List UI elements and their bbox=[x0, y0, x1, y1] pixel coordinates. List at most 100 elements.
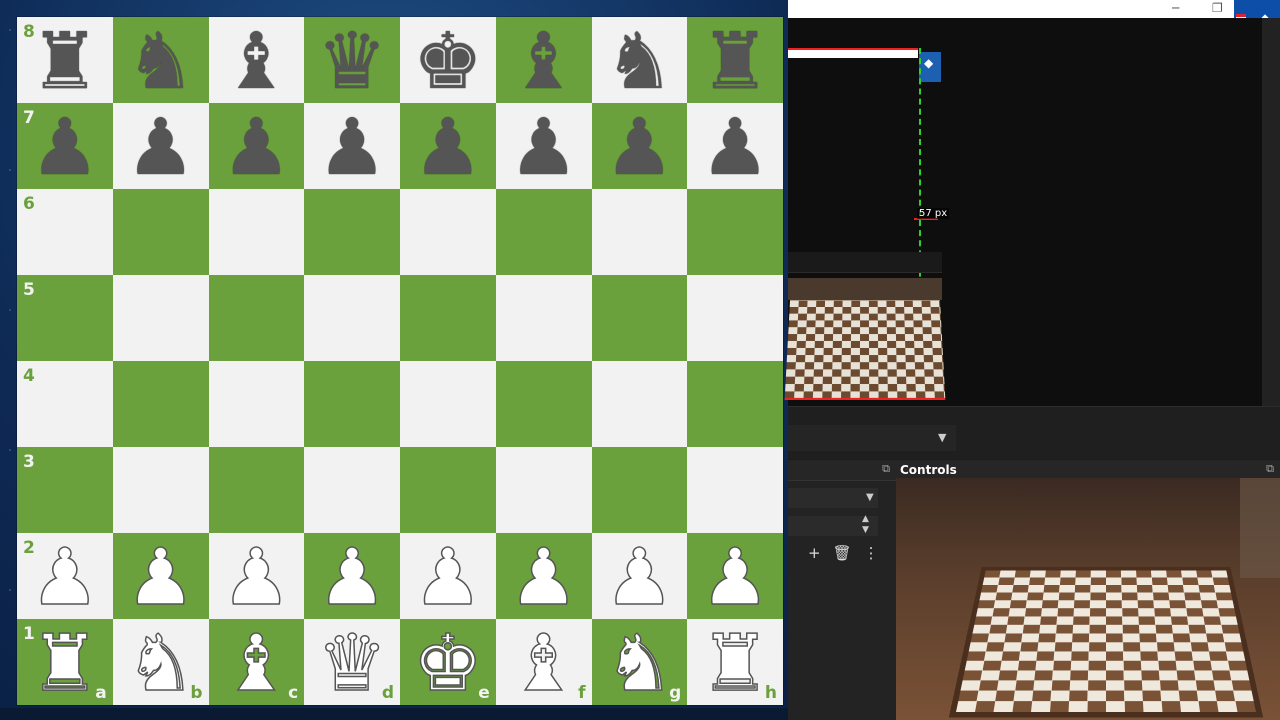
square-e2[interactable]: ♟ bbox=[400, 533, 496, 619]
popout-icon[interactable]: ⧉ bbox=[882, 462, 890, 476]
chess-board[interactable]: 8 ♜ ♞ ♝ ♛ ♚ ♝ ♞ ♜ 7 ♟ ♟ ♟ ♟ ♟ ♟ ♟ ♟ 6 5 4 3 2 ♟ ♟ ♟ ♟ ♟ ♟ ♟ ♟ 1 a ♜ b ♞ c ♝ d ♛… bbox=[17, 17, 783, 705]
square-d6[interactable] bbox=[304, 189, 400, 275]
restore-icon[interactable]: ❐ bbox=[1212, 1, 1223, 15]
square-e5[interactable] bbox=[400, 275, 496, 361]
square-a5[interactable]: 5 bbox=[17, 275, 113, 361]
square-d1[interactable]: d ♛ bbox=[304, 619, 400, 705]
square-d2[interactable]: ♟ bbox=[304, 533, 400, 619]
add-icon[interactable]: + bbox=[808, 544, 821, 562]
property-select[interactable] bbox=[788, 488, 878, 508]
white-pawn-icon[interactable]: ♟ bbox=[126, 539, 196, 617]
square-a6[interactable]: 6 bbox=[17, 189, 113, 275]
square-b2[interactable]: ♟ bbox=[113, 533, 209, 619]
square-c1[interactable]: c ♝ bbox=[209, 619, 305, 705]
square-c8[interactable]: ♝ bbox=[209, 17, 305, 103]
square-b5[interactable] bbox=[113, 275, 209, 361]
square-f8[interactable]: ♝ bbox=[496, 17, 592, 103]
trash-icon[interactable]: 🗑 bbox=[833, 544, 852, 562]
square-h7[interactable]: ♟ bbox=[687, 103, 783, 189]
square-h6[interactable] bbox=[687, 189, 783, 275]
preview-canvas[interactable]: ◆ 57 px bbox=[788, 18, 1262, 406]
square-f7[interactable]: ♟ bbox=[496, 103, 592, 189]
square-e1[interactable]: e ♚ bbox=[400, 619, 496, 705]
black-pawn-icon[interactable]: ♟ bbox=[413, 109, 483, 187]
square-e3[interactable] bbox=[400, 447, 496, 533]
square-d3[interactable] bbox=[304, 447, 400, 533]
square-g5[interactable] bbox=[592, 275, 688, 361]
square-c5[interactable] bbox=[209, 275, 305, 361]
white-knight-icon[interactable]: ♞ bbox=[126, 625, 196, 703]
square-b3[interactable] bbox=[113, 447, 209, 533]
square-f2[interactable]: ♟ bbox=[496, 533, 592, 619]
square-f6[interactable] bbox=[496, 189, 592, 275]
square-d5[interactable] bbox=[304, 275, 400, 361]
square-g6[interactable] bbox=[592, 189, 688, 275]
white-rook-icon[interactable]: ♜ bbox=[700, 625, 770, 703]
square-c6[interactable] bbox=[209, 189, 305, 275]
square-b4[interactable] bbox=[113, 361, 209, 447]
square-a2[interactable]: 2 ♟ bbox=[17, 533, 113, 619]
square-a8[interactable]: 8 ♜ bbox=[17, 17, 113, 103]
square-h8[interactable]: ♜ bbox=[687, 17, 783, 103]
square-e4[interactable] bbox=[400, 361, 496, 447]
white-pawn-icon[interactable]: ♟ bbox=[700, 539, 770, 617]
square-h3[interactable] bbox=[687, 447, 783, 533]
square-g2[interactable]: ♟ bbox=[592, 533, 688, 619]
square-c2[interactable]: ♟ bbox=[209, 533, 305, 619]
square-d4[interactable] bbox=[304, 361, 400, 447]
black-bishop-icon[interactable]: ♝ bbox=[221, 23, 291, 101]
square-g1[interactable]: g ♞ bbox=[592, 619, 688, 705]
scene-select[interactable] bbox=[788, 425, 956, 451]
white-bishop-icon[interactable]: ♝ bbox=[221, 625, 291, 703]
more-icon[interactable]: ⋮ bbox=[864, 544, 879, 562]
square-e7[interactable]: ♟ bbox=[400, 103, 496, 189]
square-h5[interactable] bbox=[687, 275, 783, 361]
square-d7[interactable]: ♟ bbox=[304, 103, 400, 189]
square-c3[interactable] bbox=[209, 447, 305, 533]
square-b7[interactable]: ♟ bbox=[113, 103, 209, 189]
white-pawn-icon[interactable]: ♟ bbox=[413, 539, 483, 617]
square-e6[interactable] bbox=[400, 189, 496, 275]
white-king-icon[interactable]: ♚ bbox=[413, 625, 483, 703]
square-h1[interactable]: h ♜ bbox=[687, 619, 783, 705]
spinner-arrows-icon[interactable]: ▲ ▼ bbox=[862, 514, 869, 536]
preview-scrollbar[interactable] bbox=[1262, 18, 1280, 406]
popout-icon[interactable]: ⧉ bbox=[1266, 462, 1274, 476]
white-pawn-icon[interactable]: ♟ bbox=[604, 539, 674, 617]
square-c4[interactable] bbox=[209, 361, 305, 447]
minimize-icon[interactable]: ─ bbox=[1172, 1, 1179, 15]
square-b1[interactable]: b ♞ bbox=[113, 619, 209, 705]
black-pawn-icon[interactable]: ♟ bbox=[700, 109, 770, 187]
square-g7[interactable]: ♟ bbox=[592, 103, 688, 189]
square-f1[interactable]: f ♝ bbox=[496, 619, 592, 705]
square-d8[interactable]: ♛ bbox=[304, 17, 400, 103]
square-g4[interactable] bbox=[592, 361, 688, 447]
square-a4[interactable]: 4 bbox=[17, 361, 113, 447]
dropdown-icon[interactable]: ▼ bbox=[866, 492, 874, 503]
black-knight-icon[interactable]: ♞ bbox=[126, 23, 196, 101]
square-a1[interactable]: 1 a ♜ bbox=[17, 619, 113, 705]
square-c7[interactable]: ♟ bbox=[209, 103, 305, 189]
dropdown-icon[interactable]: ▼ bbox=[938, 431, 946, 444]
black-pawn-icon[interactable]: ♟ bbox=[509, 109, 579, 187]
black-pawn-icon[interactable]: ♟ bbox=[126, 109, 196, 187]
white-pawn-icon[interactable]: ♟ bbox=[221, 539, 291, 617]
square-g3[interactable] bbox=[592, 447, 688, 533]
square-b6[interactable] bbox=[113, 189, 209, 275]
square-a3[interactable]: 3 bbox=[17, 447, 113, 533]
white-knight-icon[interactable]: ♞ bbox=[604, 625, 674, 703]
square-h2[interactable]: ♟ bbox=[687, 533, 783, 619]
black-pawn-icon[interactable]: ♟ bbox=[221, 109, 291, 187]
black-bishop-icon[interactable]: ♝ bbox=[509, 23, 579, 101]
square-a7[interactable]: 7 ♟ bbox=[17, 103, 113, 189]
black-knight-icon[interactable]: ♞ bbox=[604, 23, 674, 101]
white-pawn-icon[interactable]: ♟ bbox=[30, 539, 100, 617]
black-pawn-icon[interactable]: ♟ bbox=[30, 109, 100, 187]
black-rook-icon[interactable]: ♜ bbox=[700, 23, 770, 101]
black-king-icon[interactable]: ♚ bbox=[413, 23, 483, 101]
white-rook-icon[interactable]: ♜ bbox=[30, 625, 100, 703]
black-queen-icon[interactable]: ♛ bbox=[317, 23, 387, 101]
square-f3[interactable] bbox=[496, 447, 592, 533]
white-queen-icon[interactable]: ♛ bbox=[317, 625, 387, 703]
square-g8[interactable]: ♞ bbox=[592, 17, 688, 103]
